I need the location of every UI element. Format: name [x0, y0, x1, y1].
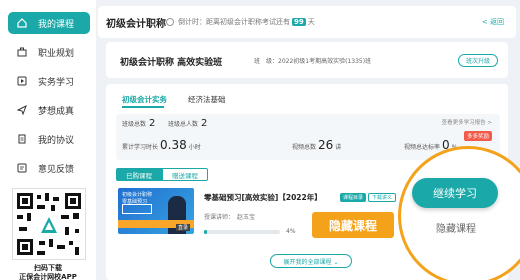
hide-course-button[interactable]: 隐藏课程 — [428, 220, 484, 235]
stat-unit: 讲 — [335, 144, 342, 151]
sidebar-item-label: 职业规划 — [38, 48, 75, 59]
home-icon — [16, 18, 27, 29]
active-tab-indicator — [122, 106, 164, 108]
sidebar-item-label: 实务学习 — [38, 77, 75, 88]
send-icon — [16, 105, 27, 116]
back-link[interactable]: < 返回 — [482, 17, 504, 27]
expand-all-courses-button[interactable]: 展开我的全部课程 ⌄ — [270, 254, 352, 268]
course-teacher: 授课讲师： 赵玉宝 — [204, 214, 256, 221]
course-progress-fill — [204, 230, 208, 234]
sidebar-item-feedback[interactable]: 意见反馈 — [8, 157, 90, 179]
stat-label: 班级总人数 — [168, 121, 199, 128]
stat-label: 视频总达标率 — [404, 144, 441, 151]
course-item-title[interactable]: 零基础预习[高效实验]【2022年】 — [204, 192, 322, 203]
stat-class-count: 班级总人数 2 — [168, 118, 207, 129]
sidebar-item-label: 我的协议 — [38, 135, 75, 146]
sidebar-item-label: 意见反馈 — [38, 164, 75, 175]
briefcase-icon — [16, 47, 27, 58]
upgrade-class-button[interactable]: 班次升级 — [458, 54, 498, 67]
stat-label: 班级总数 — [122, 121, 147, 128]
tab-gifted-courses[interactable]: 赠送课程 — [162, 168, 208, 181]
stat-value: 26 — [318, 138, 334, 152]
course-directory-button[interactable]: 课程目录 — [340, 193, 367, 202]
sidebar-item-career-planning[interactable]: 职业规划 — [8, 41, 90, 63]
stat-value: 2 — [149, 118, 156, 129]
stat-lecture-total: 视频总数 26 讲 — [292, 138, 341, 152]
course-thumbnail[interactable]: 初级会计职称 零基础预习 直录 — [118, 188, 194, 234]
sidebar-item-agreements[interactable]: 我的协议 — [8, 128, 90, 150]
course-progress-bar — [204, 230, 280, 234]
sidebar-item-practice-study[interactable]: 实务学习 — [8, 70, 90, 92]
tab-economic-law[interactable]: 经济法基础 — [188, 94, 226, 105]
page-title: 初级会计职称 — [106, 19, 166, 30]
qr-caption-line2: 正保会计网校APP — [19, 273, 77, 280]
sidebar: 我的课程 职业规划 实务学习 梦想成真 我的协议 意见反馈 扫码下载 正保会计网… — [0, 0, 96, 280]
tab-purchased-courses[interactable]: 已购课程 — [116, 168, 162, 181]
play-icon — [16, 76, 27, 87]
sidebar-item-label: 我的课程 — [38, 19, 75, 30]
continue-learning-button[interactable]: 继续学习 — [412, 178, 498, 208]
study-report-link[interactable]: 查看更多学习报告 > — [442, 118, 492, 126]
sidebar-item-my-courses[interactable]: 我的课程 — [8, 12, 90, 34]
stat-value: 2 — [201, 118, 208, 129]
stat-class-total: 班级总数 2 — [122, 118, 155, 129]
clock-icon — [166, 18, 174, 26]
top-bar: 初级会计职称 倒计时：距离初级会计职称考试还有 99 天 < 返回 — [98, 6, 516, 38]
hide-course-banner: 隐藏课程 — [312, 212, 394, 238]
stat-label: 视频总数 — [292, 144, 317, 151]
exam-countdown: 倒计时：距离初级会计职称考试还有 99 天 — [166, 17, 315, 27]
document-icon — [16, 134, 27, 145]
stat-unit: 小时 — [188, 144, 201, 151]
tab-accounting-practice[interactable]: 初级会计实务 — [122, 94, 167, 105]
course-progress-text: 4% — [286, 228, 296, 235]
countdown-prefix: 倒计时：距离初级会计职称考试还有 — [178, 18, 290, 26]
sidebar-item-label: 梦想成真 — [38, 106, 75, 117]
reward-badge: 多多奖励 — [463, 131, 492, 141]
stat-study-time: 累计学习时长 0.38 小时 — [122, 138, 201, 152]
thumb-frame — [122, 204, 152, 214]
course-header-card: 初级会计职称 高效实验班 班 级：2022初级1考期高效实验(1335)班 班次… — [106, 42, 508, 78]
countdown-suffix: 天 — [307, 18, 315, 26]
feedback-icon — [16, 163, 27, 174]
stat-value: 0.38 — [160, 138, 187, 152]
countdown-days: 99 — [292, 18, 306, 26]
app-qr-code — [12, 188, 86, 260]
stat-label: 累计学习时长 — [122, 144, 159, 151]
sidebar-item-dreams[interactable]: 梦想成真 — [8, 99, 90, 121]
thumb-line1: 初级会计职称 — [122, 192, 153, 198]
thumb-tag: 直录 — [175, 224, 190, 231]
class-label: 班 级：2022初级1考期高效实验(1335)班 — [254, 58, 372, 65]
download-notes-button[interactable]: 下载讲义 — [368, 193, 397, 202]
course-title: 初级会计职称 高效实验班 — [120, 58, 223, 68]
